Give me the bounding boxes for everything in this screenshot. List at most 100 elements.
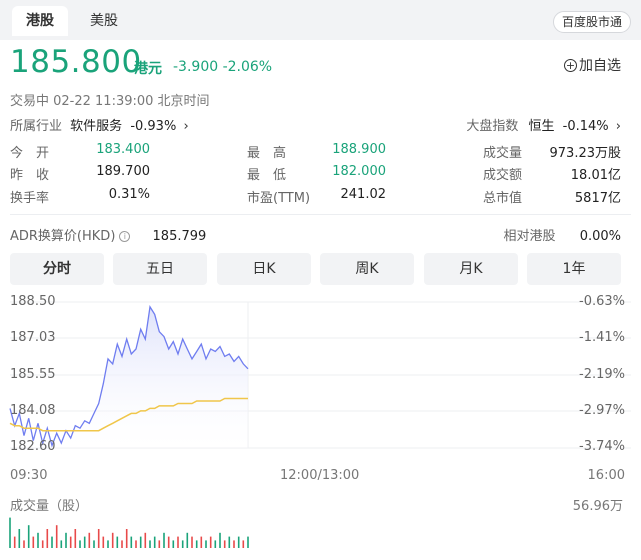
volume-bar [65, 532, 67, 548]
volume-bar [107, 540, 109, 548]
period-monthly-k[interactable]: 月K [424, 253, 518, 285]
info-icon[interactable]: i [119, 231, 131, 242]
market-cap-value: 5817亿 [574, 191, 621, 206]
high-value: 188.900 [332, 142, 386, 157]
volume-bar [135, 540, 137, 548]
volume-value: 973.23万股 [549, 146, 622, 161]
tab-us-stocks[interactable]: 美股 [76, 6, 132, 36]
y-tick-label: 184.08 [10, 403, 56, 418]
volume-label: 成交量 [483, 146, 523, 161]
volume-bar [93, 540, 95, 548]
y-tick-label: 185.55 [10, 367, 56, 382]
baidu-stock-button[interactable]: 百度股市通 [552, 11, 631, 33]
turnover-rate-label: 换手率 [10, 191, 50, 206]
volume-bar [233, 540, 235, 548]
y-pct-label: -2.19% [579, 367, 625, 382]
y-pct-label: -0.63% [579, 294, 625, 309]
divider [10, 214, 631, 215]
volume-bar [242, 540, 245, 548]
prev-close-label: 昨 收 [10, 168, 50, 183]
industry-label: 所属行业 [10, 119, 63, 134]
turnover-value: 18.01亿 [570, 168, 621, 183]
volume-chart-label: 成交量（股） [10, 499, 89, 514]
volume-bar [74, 529, 77, 548]
volume-bar [191, 536, 193, 548]
pe-value: 241.02 [340, 187, 387, 202]
volume-bar [214, 540, 217, 548]
volume-bar [219, 532, 221, 548]
volume-bar [13, 536, 16, 548]
volume-bar [139, 536, 142, 548]
adr-row: ADR换算价(HKD) i 185.799 [10, 225, 206, 244]
open-label: 今 开 [10, 146, 50, 161]
volume-bar [228, 536, 231, 548]
volume-bar [205, 540, 207, 548]
add-watchlist-button[interactable]: + 加自选 [564, 55, 621, 75]
high-label: 最 高 [247, 146, 287, 161]
x-tick-label: 12:00/13:00 [280, 468, 360, 483]
volume-bar [37, 532, 39, 548]
premium-label: 相对港股 [503, 229, 556, 244]
y-pct-label: -3.74% [579, 439, 625, 454]
industry-link[interactable]: 所属行业 软件服务 -0.93% › [10, 115, 189, 134]
premium-value: 0.00% [579, 229, 621, 244]
volume-bar [121, 540, 123, 548]
volume-bar [116, 536, 119, 548]
price-change: -3.900 -2.06% [173, 59, 273, 75]
industry-name: 软件服务 [70, 119, 123, 134]
volume-bar [186, 532, 189, 548]
prev-close-value: 189.700 [96, 164, 150, 179]
volume-bar [88, 532, 91, 548]
low-value: 182.000 [332, 164, 386, 179]
chevron-right-icon: › [183, 119, 189, 134]
volume-bar [172, 540, 175, 548]
tab-hk-stocks[interactable]: 港股 [12, 6, 68, 36]
volume-bar [223, 540, 226, 548]
turnover-label: 成交额 [483, 168, 523, 183]
premium-row: 相对港股 0.00% [504, 225, 621, 244]
index-link[interactable]: 大盘指数 恒生 -0.14% › [466, 115, 621, 134]
industry-change: -0.93% [130, 119, 177, 134]
volume-bar [18, 529, 21, 548]
turnover-rate-value: 0.31% [108, 187, 150, 202]
index-label: 大盘指数 [466, 119, 519, 134]
volume-bar [46, 529, 49, 548]
plus-circle-icon: + [564, 59, 577, 72]
y-pct-label: -1.41% [579, 330, 625, 345]
volume-bar [97, 529, 100, 548]
open-value: 183.400 [96, 142, 150, 157]
period-5day[interactable]: 五日 [113, 253, 207, 285]
volume-max-label: 56.96万 [572, 499, 623, 514]
period-weekly-k[interactable]: 周K [320, 253, 414, 285]
low-label: 最 低 [247, 168, 287, 183]
x-tick-label: 09:30 [10, 468, 48, 483]
volume-bar [181, 540, 184, 548]
volume-bar [9, 517, 11, 548]
y-tick-label: 188.50 [10, 294, 56, 309]
volume-bar [83, 536, 86, 548]
volume-bar [195, 540, 198, 548]
period-daily-k[interactable]: 日K [217, 253, 311, 285]
x-tick-label: 16:00 [587, 468, 625, 483]
volume-bar [149, 540, 151, 548]
volume-bar [177, 536, 179, 548]
volume-bar [79, 540, 81, 548]
volume-bar [247, 536, 249, 548]
y-tick-label: 187.03 [10, 330, 56, 345]
volume-bar [69, 536, 72, 548]
period-intraday[interactable]: 分时 [10, 253, 104, 285]
index-name: 恒生 [528, 119, 555, 134]
current-price: 185.800 [10, 44, 142, 80]
period-1year[interactable]: 1年 [527, 253, 621, 285]
chevron-right-icon: › [615, 119, 621, 134]
volume-bar [209, 536, 212, 548]
volume-bar [125, 529, 128, 548]
volume-bar [200, 536, 203, 548]
adr-value: 185.799 [152, 229, 207, 244]
volume-bar [130, 536, 133, 548]
period-selector: 分时 五日 日K 周K 月K 1年 [10, 253, 621, 285]
volume-bar [237, 536, 240, 548]
volume-bar [60, 540, 63, 548]
volume-bar [32, 536, 35, 548]
index-change: -0.14% [562, 119, 609, 134]
